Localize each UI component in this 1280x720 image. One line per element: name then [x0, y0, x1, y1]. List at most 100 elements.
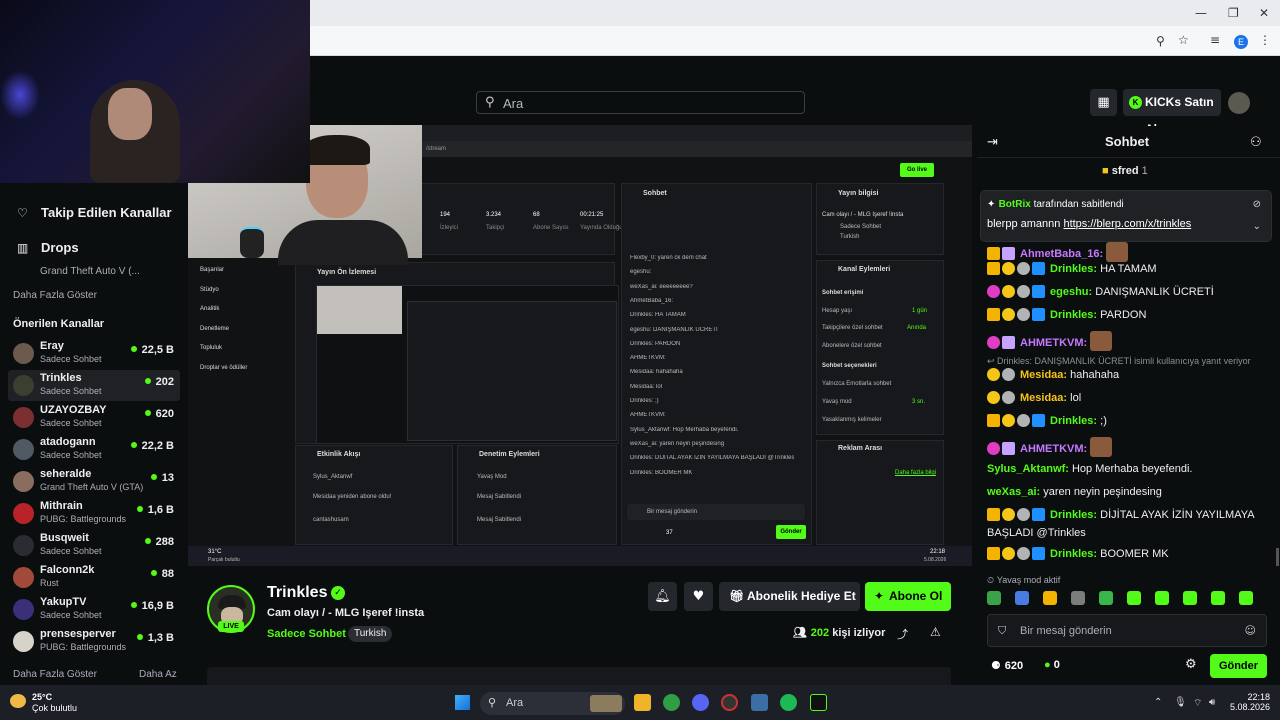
- sidebar-channel-item[interactable]: Mithrain PUBG: Battlegrounds 1,6 B: [8, 498, 180, 529]
- minimize-icon[interactable]: —: [1195, 6, 1207, 20]
- sidebar-channel-item[interactable]: Busqweit Sadece Sohbet 288: [8, 530, 180, 561]
- gift-subscription-button[interactable]: 🎁︎ Abonelik Hediye Et: [719, 582, 860, 611]
- chat-text: ;): [1100, 415, 1107, 427]
- kicks-balance[interactable]: ⚈ 620: [991, 659, 1023, 672]
- chat-username[interactable]: Drinkles:: [1050, 509, 1097, 521]
- sidebar-channel-item[interactable]: Falconn2k Rust 88: [8, 562, 180, 593]
- maximize-icon[interactable]: ❐: [1228, 6, 1239, 20]
- follow-button[interactable]: ♥: [684, 582, 713, 611]
- media-icon[interactable]: ≡: [1210, 33, 1220, 47]
- chat-username[interactable]: AHMETKVM:: [1020, 337, 1087, 349]
- sidebar-channel-item[interactable]: seheralde Grand Theft Auto V (GTA) 13: [8, 466, 180, 497]
- quick-emote-icon[interactable]: [1071, 591, 1085, 605]
- microphone-icon[interactable]: 🎙︎: [1174, 697, 1187, 708]
- taskbar-search[interactable]: ⚲ Ara: [480, 692, 625, 715]
- discord-icon[interactable]: [692, 694, 709, 711]
- pinned-by[interactable]: BotRix: [999, 199, 1031, 210]
- nested-info-title: Yayın bilgisi: [838, 190, 879, 197]
- pinned-link[interactable]: https://blerp.com/x/trinkles: [1063, 218, 1191, 230]
- top-gifter[interactable]: ■ sfred 1: [1102, 165, 1148, 177]
- sidebar-channel-item[interactable]: Trinkles Sadece Sohbet 202: [8, 370, 180, 401]
- wifi-icon[interactable]: ⌔: [1193, 697, 1202, 710]
- language-tag[interactable]: Turkish: [348, 626, 393, 642]
- quick-emote-icon[interactable]: [1015, 591, 1029, 605]
- quick-emote-icon[interactable]: [987, 591, 1001, 605]
- emote-icon: [1090, 437, 1113, 457]
- viewer-suffix: kişi izliyor: [832, 627, 886, 639]
- chevron-down-icon[interactable]: ⌄: [1253, 221, 1261, 232]
- unpin-icon[interactable]: ⊘: [1253, 199, 1261, 210]
- chat-username[interactable]: AhmetBaba_16:: [1020, 248, 1103, 260]
- chat-username[interactable]: Mesidaa:: [1020, 369, 1067, 381]
- show-more-recommended[interactable]: Daha Fazla Göster: [13, 669, 97, 680]
- sidebar-channel-item[interactable]: YakupTV Sadece Sohbet 16,9 B: [8, 594, 180, 625]
- chat-username[interactable]: weXas_ai:: [987, 486, 1040, 498]
- chat-username[interactable]: Drinkles:: [1050, 415, 1097, 427]
- close-icon[interactable]: ✕: [1259, 6, 1269, 20]
- file-explorer-icon[interactable]: [634, 694, 651, 711]
- browser-profile-avatar[interactable]: E: [1234, 35, 1248, 49]
- nested-chat-line: Drinkles: BOOMER MK: [630, 469, 693, 476]
- taskbar-clock[interactable]: 22:18 5.08.2026: [1218, 692, 1270, 712]
- clock-date: 5.08.2026: [1229, 702, 1270, 712]
- show-less-button[interactable]: Daha Az: [139, 669, 177, 680]
- chrome-icon[interactable]: [663, 694, 680, 711]
- app-icon[interactable]: [751, 694, 768, 711]
- zoom-icon[interactable]: ⚲: [1156, 34, 1165, 48]
- pinned-message: ✦ BotRix tarafından sabitlendi blerpp am…: [980, 190, 1272, 242]
- quick-emote-icon[interactable]: [1099, 591, 1113, 605]
- streamer-hair: [304, 135, 370, 165]
- report-icon[interactable]: ⚠: [930, 625, 941, 639]
- quick-emote-icon[interactable]: [1239, 591, 1253, 605]
- chat-username[interactable]: Mesidaa:: [1020, 392, 1067, 404]
- channel-name[interactable]: Trinkles: [267, 584, 327, 602]
- search-input[interactable]: ⚲ Ara: [476, 91, 805, 114]
- spotify-icon[interactable]: [780, 694, 797, 711]
- nested-url-bar: /stream: [422, 141, 972, 157]
- show-more-followed[interactable]: Daha Fazla Göster: [13, 290, 97, 301]
- browse-grid-button[interactable]: ▦: [1090, 89, 1117, 116]
- chat-username[interactable]: AHMETKVM:: [1020, 443, 1087, 455]
- tray-chevron-icon[interactable]: ⌃: [1154, 697, 1162, 708]
- buy-kicks-button[interactable]: K KICKs Satın Al: [1123, 89, 1221, 136]
- sidebar-followed-channels[interactable]: ♡ Takip Edilen Kanallar: [17, 205, 172, 220]
- user-avatar[interactable]: [1228, 92, 1250, 114]
- chat-username[interactable]: Drinkles:: [1050, 263, 1097, 275]
- chat-users-icon[interactable]: ⚇: [1250, 135, 1262, 150]
- windows-start-icon[interactable]: [455, 695, 470, 710]
- chat-message: Drinkles: BOOMER MK: [987, 547, 1267, 565]
- chat-username[interactable]: Drinkles:: [1050, 548, 1097, 560]
- bookmark-star-icon[interactable]: ☆: [1178, 33, 1189, 47]
- channel-viewers: 22,2 B: [131, 440, 174, 452]
- chat-input[interactable]: ⛉ Bir mesaj gönderin ☺: [987, 614, 1267, 647]
- volume-icon[interactable]: 🔊︎: [1209, 697, 1215, 708]
- subscribe-button[interactable]: ✦ Abone Ol: [865, 582, 951, 611]
- quick-emote-icon[interactable]: [1211, 591, 1225, 605]
- quick-emote-icon[interactable]: [1155, 591, 1169, 605]
- quick-emote-icon[interactable]: [1127, 591, 1141, 605]
- chat-username[interactable]: Drinkles:: [1050, 309, 1097, 321]
- scrollbar[interactable]: [1276, 548, 1279, 566]
- sidebar-drops[interactable]: ▥ Drops: [17, 240, 79, 255]
- obs-icon[interactable]: [721, 694, 738, 711]
- chat-username[interactable]: egeshu:: [1050, 286, 1092, 298]
- sidebar-channel-item[interactable]: UZAYOZBAY Sadece Sohbet 620: [8, 402, 180, 433]
- gear-icon[interactable]: ⚙: [1185, 657, 1197, 672]
- channel-name: Falconn2k: [40, 564, 95, 576]
- send-button[interactable]: Gönder: [1210, 654, 1267, 678]
- browser-menu-icon[interactable]: ⋮: [1259, 33, 1271, 47]
- kick-app-icon[interactable]: [810, 694, 827, 711]
- emoji-icon[interactable]: ☺: [1245, 624, 1256, 637]
- nested-ad-link: Daha fazla bilgi: [895, 470, 937, 476]
- sidebar-channel-item[interactable]: atadogann Sadece Sohbet 22,2 B: [8, 434, 180, 465]
- share-icon[interactable]: ⤴: [897, 626, 908, 642]
- sidebar-channel-item[interactable]: Eray Sadece Sohbet 22,5 B: [8, 338, 180, 369]
- chat-username[interactable]: Sylus_Aktanwf:: [987, 463, 1069, 475]
- quick-emote-icon[interactable]: [1043, 591, 1057, 605]
- category-link[interactable]: Sadece Sohbet: [267, 628, 346, 640]
- collapse-chat-icon[interactable]: ⇥: [987, 135, 998, 150]
- notifications-button[interactable]: 🔔︎: [648, 582, 677, 611]
- sidebar-channel-item[interactable]: prensesperver PUBG: Battlegrounds 1,3 B: [8, 626, 180, 657]
- quick-emote-icon[interactable]: [1183, 591, 1197, 605]
- channel-points[interactable]: ● 0: [1044, 659, 1060, 671]
